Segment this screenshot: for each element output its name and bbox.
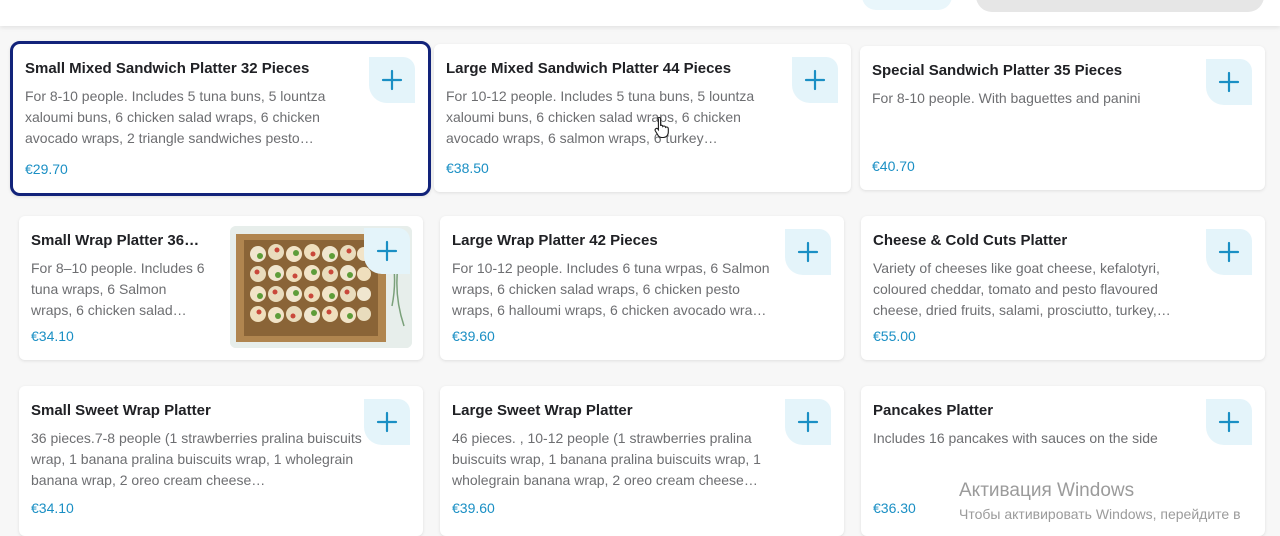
add-button[interactable] — [785, 399, 831, 445]
add-button[interactable] — [792, 57, 838, 103]
add-button[interactable] — [1206, 59, 1252, 105]
add-button[interactable] — [1206, 399, 1252, 445]
plus-icon — [797, 411, 819, 433]
item-description: 36 pieces.7-8 people (1 strawberries pra… — [31, 430, 362, 488]
add-button[interactable] — [369, 57, 415, 103]
plus-icon — [804, 69, 826, 91]
item-price: €36.30 — [873, 500, 916, 516]
menu-item-card[interactable]: Small Sweet Wrap Platter 36 pieces.7-8 p… — [19, 386, 423, 536]
menu-item-card[interactable]: Cheese & Cold Cuts Platter Variety of ch… — [861, 216, 1265, 360]
add-button[interactable] — [1206, 229, 1252, 275]
menu-item-card[interactable]: Large Wrap Platter 42 Pieces For 10-12 p… — [440, 216, 844, 360]
item-description: For 10-12 people. Includes 5 tuna buns, … — [446, 88, 755, 146]
item-title: Small Mixed Sandwich Platter 32 Pieces — [25, 60, 310, 77]
item-title: Large Mixed Sandwich Platter 44 Pieces — [446, 60, 732, 77]
plus-icon — [376, 411, 398, 433]
add-button[interactable] — [364, 228, 410, 274]
windows-activation-subtitle: Чтобы активировать Windows, перейдите в — [959, 506, 1241, 522]
top-bar — [0, 0, 1280, 26]
hand-cursor-icon — [654, 116, 669, 138]
menu-item-card[interactable]: Special Sandwich Platter 35 Pieces For 8… — [860, 46, 1265, 190]
item-description: Variety of cheeses like goat cheese, kef… — [873, 260, 1171, 318]
item-price: €38.50 — [446, 160, 489, 176]
item-description: For 8–10 people. Includes 6 tuna wraps, … — [31, 260, 205, 318]
plus-icon — [1218, 71, 1240, 93]
plus-icon — [376, 240, 398, 262]
item-description: 46 pieces. , 10-12 people (1 strawberrie… — [452, 430, 761, 488]
menu-item-card[interactable]: Small Mixed Sandwich Platter 32 Pieces F… — [10, 41, 431, 196]
plus-icon — [797, 241, 819, 263]
top-action-button[interactable] — [862, 0, 952, 10]
item-title: Small Wrap Platter 36 Pieces — [31, 232, 203, 249]
item-price: €39.60 — [452, 328, 495, 344]
item-price: €55.00 — [873, 328, 916, 344]
plus-icon — [381, 69, 403, 91]
add-button[interactable] — [785, 229, 831, 275]
item-description: Includes 16 pancakes with sauces on the … — [873, 430, 1158, 446]
item-title: Pancakes Platter — [873, 402, 994, 419]
search-input[interactable] — [976, 0, 1264, 12]
item-title: Special Sandwich Platter 35 Pieces — [872, 62, 1123, 79]
item-price: €40.70 — [872, 158, 915, 174]
menu-item-card[interactable]: Large Mixed Sandwich Platter 44 Pieces F… — [434, 44, 851, 192]
item-title: Large Sweet Wrap Platter — [452, 402, 633, 419]
item-title: Small Sweet Wrap Platter — [31, 402, 211, 419]
item-description: For 10-12 people. Includes 6 tuna wrpas,… — [452, 260, 770, 318]
plus-icon — [1218, 411, 1240, 433]
plus-icon — [1218, 241, 1240, 263]
item-description: For 8-10 people. Includes 5 tuna buns, 5… — [25, 88, 326, 146]
item-title: Cheese & Cold Cuts Platter — [873, 232, 1068, 249]
menu-item-card[interactable]: Small Wrap Platter 36 Pieces For 8–10 pe… — [19, 216, 423, 360]
item-price: €34.10 — [31, 328, 74, 344]
item-description: For 8-10 people. With baguettes and pani… — [872, 90, 1141, 106]
item-price: €34.10 — [31, 500, 74, 516]
windows-activation-title: Активация Windows — [959, 480, 1135, 501]
item-title: Large Wrap Platter 42 Pieces — [452, 232, 658, 249]
add-button[interactable] — [364, 399, 410, 445]
item-price: €29.70 — [25, 161, 68, 177]
item-price: €39.60 — [452, 500, 495, 516]
menu-item-card[interactable]: Large Sweet Wrap Platter 46 pieces. , 10… — [440, 386, 844, 536]
